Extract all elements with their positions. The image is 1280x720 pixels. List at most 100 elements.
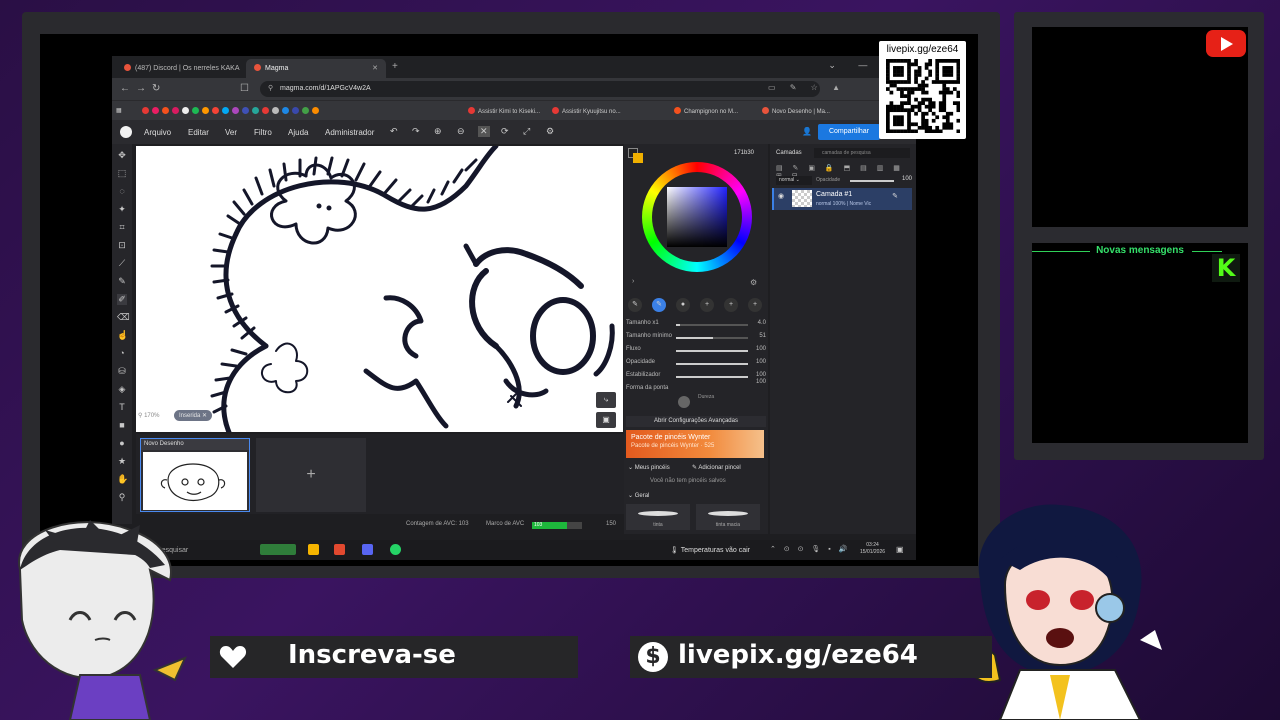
add-brush-button[interactable]: ✎ Adicionar pincel bbox=[692, 464, 741, 471]
color-hex-value[interactable]: 171b30 bbox=[734, 150, 754, 156]
hand-tool-icon[interactable]: ✋ bbox=[117, 474, 128, 485]
bookmark-champignon[interactable]: Champignon no M... bbox=[674, 107, 738, 115]
ellipse-tool-icon[interactable]: ● bbox=[117, 438, 127, 448]
saturation-value-picker[interactable] bbox=[667, 187, 727, 247]
select-tool-icon[interactable]: ⬚ bbox=[117, 168, 127, 179]
brush-preset-4[interactable]: + bbox=[700, 298, 714, 312]
forward-icon[interactable]: → bbox=[136, 83, 146, 94]
whatsapp-icon[interactable] bbox=[390, 544, 401, 555]
drawing-card[interactable]: Novo Desenho bbox=[140, 438, 250, 512]
zoom-tool-icon[interactable]: ⚲ bbox=[117, 492, 127, 503]
edit-layer-icon[interactable]: ✎ bbox=[892, 192, 898, 200]
smudge-tool-icon[interactable]: ☝ bbox=[117, 330, 128, 341]
redo-icon[interactable]: ↷ bbox=[412, 126, 420, 137]
fit-icon[interactable]: ✕ bbox=[478, 126, 490, 137]
eraser-tool-icon[interactable]: ⌫ bbox=[117, 312, 130, 323]
shape-tool-icon[interactable]: ★ bbox=[117, 456, 127, 467]
brush-pack-banner[interactable]: Pacote de pincéis Wynter Pacote de pincé… bbox=[626, 430, 764, 458]
menu-arquivo[interactable]: Arquivo bbox=[144, 128, 171, 137]
brush-card-tinta[interactable]: tinta bbox=[626, 504, 690, 530]
new-tab-button[interactable]: + bbox=[392, 61, 398, 72]
layer-opacity-slider[interactable] bbox=[850, 180, 894, 182]
crop-tool-icon[interactable]: ⊡ bbox=[117, 240, 127, 251]
advanced-settings-button[interactable]: Abrir Configurações Avançadas bbox=[626, 416, 766, 427]
eyedropper-icon[interactable]: ⟋ bbox=[117, 258, 127, 269]
back-icon[interactable]: ← bbox=[120, 83, 130, 94]
system-tray-icons[interactable]: ⌃ ⊙ ⊙ 🎙 ▪ 🔊 bbox=[770, 545, 850, 553]
brush-preset-5[interactable]: + bbox=[724, 298, 738, 312]
zoom-out-icon[interactable]: ⊖ bbox=[457, 126, 465, 137]
blend-badge[interactable]: Inserida ✕ bbox=[174, 410, 213, 421]
weather-widget[interactable]: 🌡 Temperaturas vão cair bbox=[670, 546, 750, 554]
menu-administrador[interactable]: Administrador bbox=[325, 128, 374, 137]
slider-row[interactable]: Tamanho mínimo 51 bbox=[626, 333, 766, 343]
blur-tool-icon[interactable]: ◔ bbox=[117, 348, 127, 358]
brush-preset-6[interactable]: + bbox=[748, 298, 762, 312]
gradient-tool-icon[interactable]: ◈ bbox=[117, 384, 127, 395]
layer-search-input[interactable]: camadas de pesquisa bbox=[814, 148, 910, 158]
pencil-tool-icon[interactable]: ✎ bbox=[117, 276, 127, 287]
share-button[interactable]: Compartilhar bbox=[818, 124, 880, 140]
eye-icon[interactable]: ◉ bbox=[778, 192, 784, 200]
brush-preset-1[interactable]: ✎ bbox=[628, 298, 642, 312]
zoom-in-icon[interactable]: ⊕ bbox=[434, 126, 442, 137]
canvas-side-button-2[interactable]: ▣ bbox=[596, 412, 616, 428]
menu-filtro[interactable]: Filtro bbox=[254, 128, 272, 137]
brush-tip-shape[interactable] bbox=[678, 396, 690, 408]
rectangle-tool-icon[interactable]: ■ bbox=[117, 420, 127, 430]
move-tool-icon[interactable]: ✥ bbox=[117, 150, 127, 161]
taskbar-widget-icon[interactable] bbox=[260, 544, 296, 555]
magic-wand-icon[interactable]: ✦ bbox=[117, 204, 127, 215]
slider-track[interactable] bbox=[676, 337, 748, 339]
slider-row[interactable]: Tamanho x1 4.0 bbox=[626, 320, 766, 330]
brush-preset-2[interactable]: ✎ bbox=[652, 298, 666, 312]
discord-icon[interactable] bbox=[362, 544, 373, 555]
add-drawing-button[interactable]: + bbox=[256, 438, 366, 512]
fill-tool-icon[interactable]: ⛁ bbox=[117, 366, 127, 377]
slider-row[interactable]: Forma da ponta 100 bbox=[626, 379, 766, 395]
slider-track[interactable] bbox=[676, 376, 748, 378]
gear-icon[interactable]: ⚙ bbox=[750, 278, 757, 287]
address-bar-icons[interactable]: ▭ ✎ ☆ ▲ bbox=[768, 83, 846, 92]
bookmark-kyuujitsu[interactable]: Assistir Kyuujitsu no... bbox=[552, 107, 621, 115]
rotate-icon[interactable]: ⟳ bbox=[501, 126, 509, 137]
slider-track[interactable] bbox=[676, 363, 748, 365]
apps-icon[interactable]: ▦ bbox=[116, 107, 122, 114]
tab-discord[interactable]: (487) Discord | Os nerreles KAKA bbox=[116, 59, 242, 78]
slider-row[interactable]: Estabilizador 100 bbox=[626, 372, 766, 382]
color-wheel[interactable] bbox=[642, 162, 752, 272]
notification-icon[interactable]: ▣ bbox=[896, 545, 904, 554]
bookmark-icons[interactable] bbox=[142, 107, 322, 115]
drawing-canvas[interactable] bbox=[136, 146, 623, 432]
close-tab-icon[interactable]: ✕ bbox=[372, 64, 378, 72]
zoom-level[interactable]: ⚲ 170% bbox=[138, 412, 159, 419]
slider-row[interactable]: Fluxo 100 bbox=[626, 346, 766, 356]
slider-track[interactable] bbox=[676, 350, 748, 352]
users-icon[interactable]: 👤 bbox=[802, 127, 812, 136]
slider-track[interactable] bbox=[676, 324, 748, 326]
reload-icon[interactable]: ↻ bbox=[152, 83, 160, 94]
secondary-color-swatch[interactable] bbox=[633, 153, 643, 163]
donate-banner[interactable]: $ livepix.gg/eze64 bbox=[630, 636, 992, 678]
menu-ver[interactable]: Ver bbox=[225, 128, 237, 137]
menu-ajuda[interactable]: Ajuda bbox=[288, 128, 308, 137]
bookmark-novo-desenho[interactable]: Novo Desenho | Ma... bbox=[762, 107, 830, 115]
slider-row[interactable]: Opacidade 100 bbox=[626, 359, 766, 369]
layer-row[interactable]: ◉ Camada #1 normal 100% | Nome Vic ✎ bbox=[772, 188, 912, 210]
geral-toggle[interactable]: ⌄ Geral bbox=[628, 492, 649, 499]
subscribe-banner[interactable]: Inscreva-se bbox=[210, 636, 578, 678]
menu-editar[interactable]: Editar bbox=[188, 128, 209, 137]
fullscreen-icon[interactable]: ⤢ bbox=[523, 126, 530, 137]
canvas-side-button-1[interactable]: ⤷ bbox=[596, 392, 616, 408]
url-input[interactable]: magma.com/d/1APGcV4w2A bbox=[260, 81, 820, 97]
brush-preset-3[interactable]: ● bbox=[676, 298, 690, 312]
transform-tool-icon[interactable]: ⌗ bbox=[117, 222, 127, 233]
settings-icon[interactable]: ⚙ bbox=[546, 126, 554, 137]
my-brushes-toggle[interactable]: ⌄ Meus pincéis bbox=[628, 464, 670, 471]
undo-icon[interactable]: ↶ bbox=[390, 126, 398, 137]
file-explorer-icon[interactable] bbox=[308, 544, 319, 555]
bookmark-kimi[interactable]: Assistir Kimi to Kiseki... bbox=[468, 107, 540, 115]
lasso-tool-icon[interactable]: ◌ bbox=[117, 186, 127, 196]
taskbar-clock[interactable]: 03:24 15/01/2026 bbox=[860, 542, 885, 556]
bookmark-icon[interactable]: ☐ bbox=[240, 83, 249, 94]
